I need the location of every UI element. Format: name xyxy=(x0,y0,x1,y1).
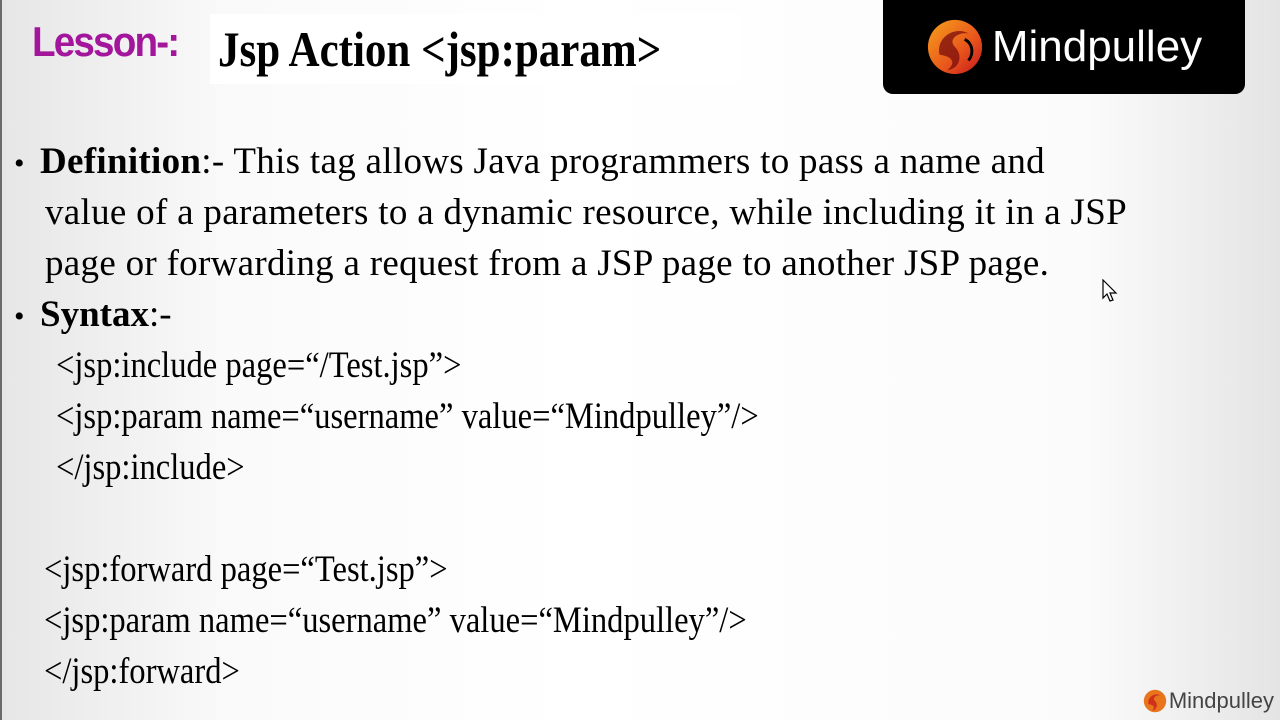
watermark: Mindpulley xyxy=(1143,688,1274,714)
mindpulley-logo-icon xyxy=(927,19,982,75)
slide-title: Jsp Action <jsp:param> xyxy=(218,21,662,77)
syntax-bullet: • Syntax:- xyxy=(14,289,172,342)
title-box: Jsp Action <jsp:param> xyxy=(210,14,742,84)
code-forward-param: <jsp:param name=“username” value=“Mindpu… xyxy=(44,600,747,641)
definition-separator: :- xyxy=(201,141,225,182)
watermark-text: Mindpulley xyxy=(1168,688,1274,713)
syntax-label: Syntax xyxy=(40,294,149,335)
bullet-dot: • xyxy=(14,147,25,180)
definition-line-2: value of a parameters to a dynamic resou… xyxy=(45,192,1127,233)
bullet-dot: • xyxy=(14,300,25,333)
lesson-label: Lesson-: xyxy=(32,18,180,65)
mouse-pointer-icon xyxy=(1102,279,1118,302)
slide-left-border xyxy=(0,0,2,720)
syntax-separator: :- xyxy=(148,294,172,335)
code-include-param: <jsp:param name=“username” value=“Mindpu… xyxy=(56,396,759,437)
definition-bullet: • xyxy=(14,136,40,189)
definition-label: Definition xyxy=(40,141,202,182)
code-forward-open: <jsp:forward page=“Test.jsp”> xyxy=(44,549,448,590)
code-include-close: </jsp:include> xyxy=(56,447,245,488)
definition-line-3: page or forwarding a request from a JSP … xyxy=(45,243,1050,284)
brand-logo: Mindpulley xyxy=(883,0,1245,94)
code-forward-close: </jsp:forward> xyxy=(44,651,240,692)
mindpulley-watermark-icon xyxy=(1143,689,1167,713)
definition-block: Definition:- This tag allows Java progra… xyxy=(40,136,1270,289)
code-include-open: <jsp:include page=“/Test.jsp”> xyxy=(56,345,462,386)
brand-name: Mindpulley xyxy=(991,22,1203,71)
definition-text: This tag allows Java programmers to pass… xyxy=(233,141,1045,182)
definition-line-1: Definition:- This tag allows Java progra… xyxy=(40,136,1270,187)
